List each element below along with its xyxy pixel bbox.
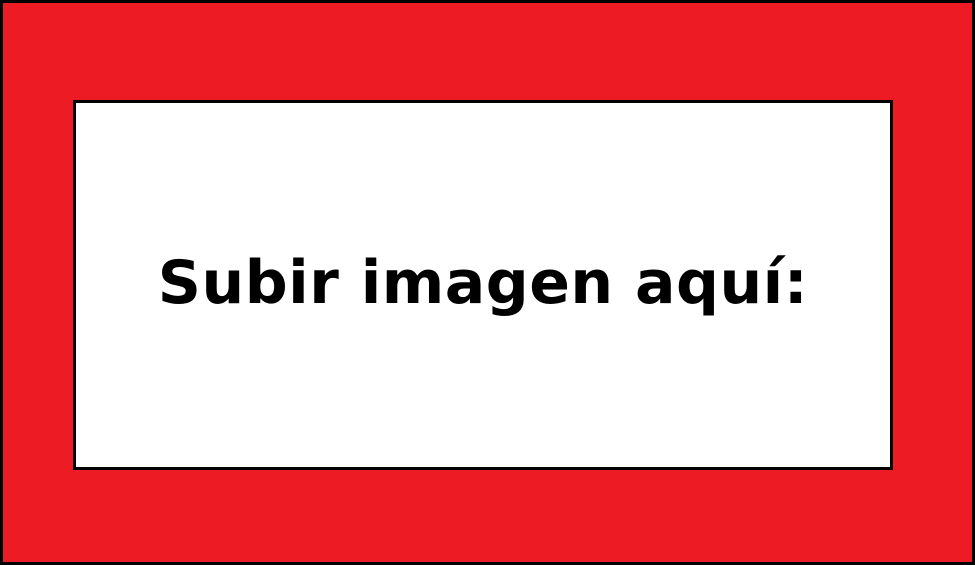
upload-frame: Subir imagen aquí: (0, 0, 975, 565)
image-upload-dropzone[interactable]: Subir imagen aquí: (73, 100, 893, 470)
upload-label: Subir imagen aquí: (157, 248, 809, 318)
